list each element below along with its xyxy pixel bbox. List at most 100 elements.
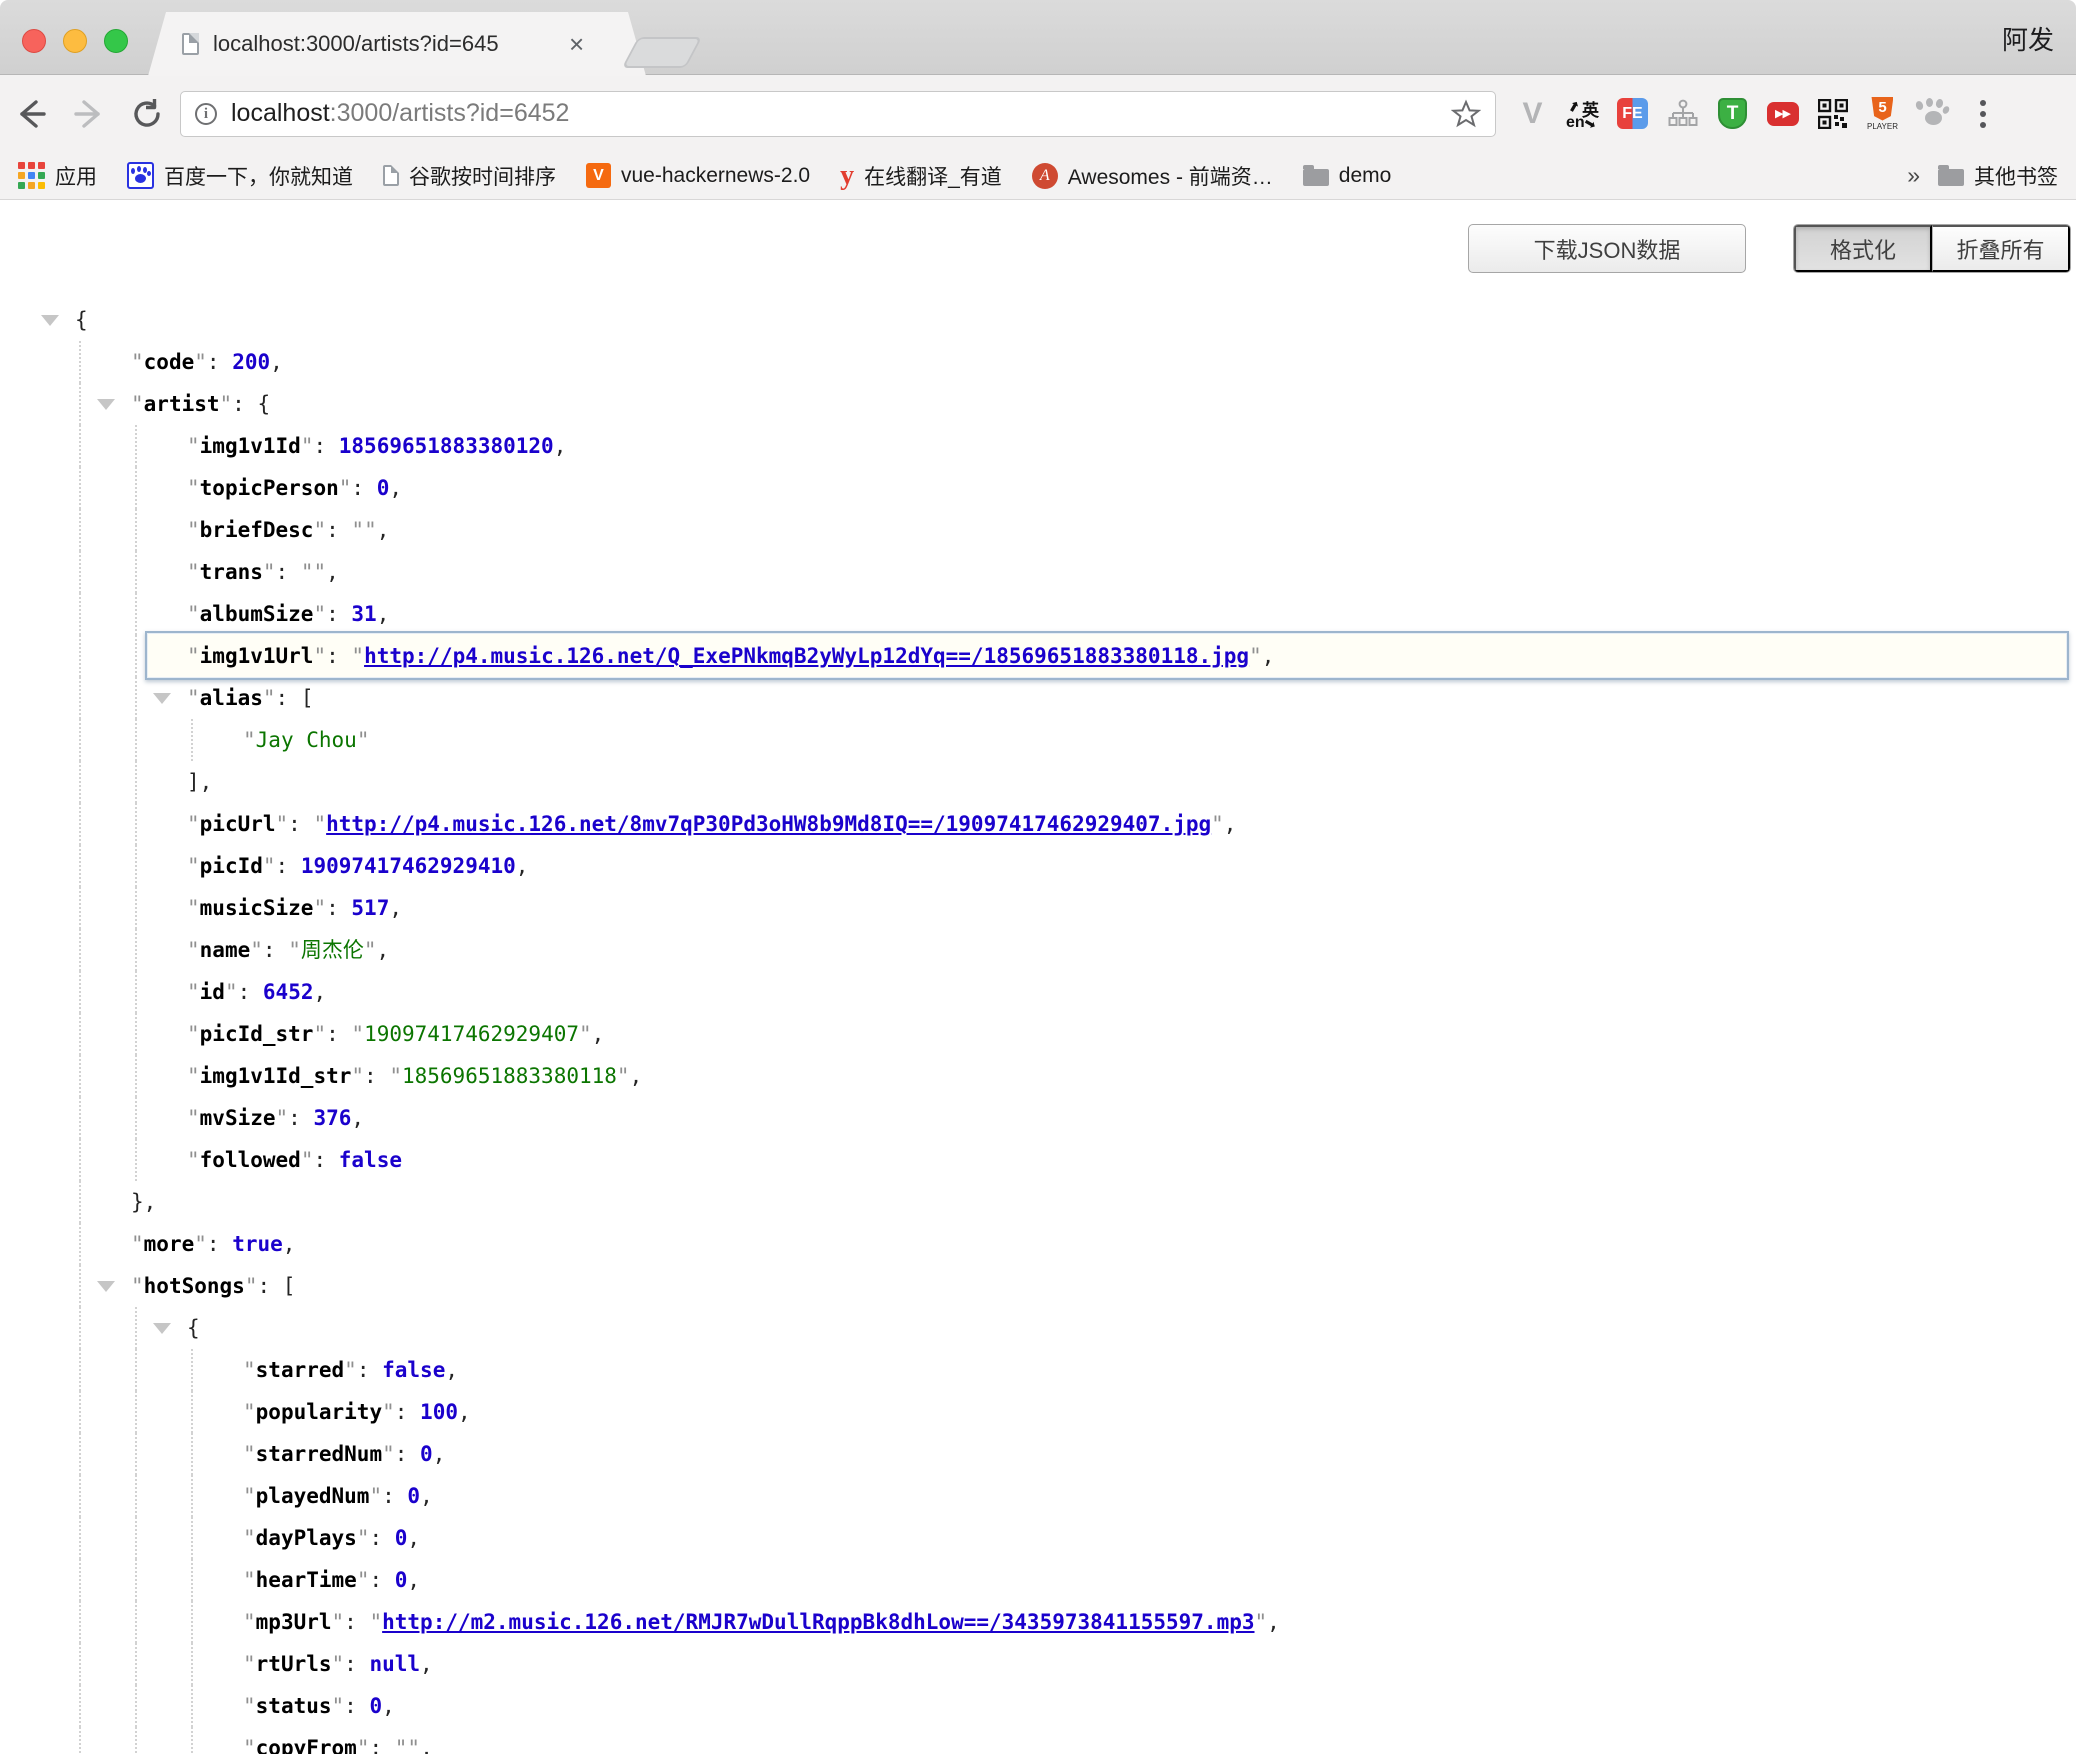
indent-guide	[191, 1643, 193, 1685]
json-url-link[interactable]: http://m2.music.126.net/RMJR7wDullRqppBk…	[382, 1610, 1254, 1634]
json-line: "status": 0,	[0, 1685, 2076, 1727]
json-line: "picId": 19097417462929410,	[0, 845, 2076, 887]
html5-player-icon[interactable]: 5 PLAYER	[1866, 94, 1899, 134]
indent-guide	[191, 1559, 193, 1601]
baidu-paw-icon	[127, 162, 154, 189]
bookmark-apps[interactable]: 应用	[18, 161, 97, 191]
format-button[interactable]: 格式化	[1794, 225, 1932, 272]
indent-guide	[79, 1643, 81, 1685]
json-line: "Jay Chou"	[0, 719, 2076, 761]
bookmark-label: demo	[1339, 164, 1392, 188]
json-line: "picId_str": "19097417462929407",	[0, 1013, 2076, 1055]
bookmark-awesomes[interactable]: A Awesomes - 前端资…	[1032, 161, 1273, 191]
indent-guide	[79, 1685, 81, 1727]
fe-extension-icon[interactable]: FE	[1616, 94, 1649, 134]
indent-guide	[79, 1307, 81, 1349]
extensions-row: V ⬈ 英 en ⬊ FE T ▶▶	[1516, 94, 1986, 134]
indent-guide	[79, 929, 81, 971]
collapse-all-button[interactable]: 折叠所有	[1932, 225, 2070, 272]
indent-guide	[135, 1391, 137, 1433]
collapse-arrow-icon[interactable]	[97, 1281, 115, 1292]
json-line: "hotSongs": [	[0, 1265, 2076, 1307]
vue-devtools-icon[interactable]: V	[1516, 94, 1549, 134]
indent-guide	[135, 509, 137, 551]
json-line: "artist": {	[0, 383, 2076, 425]
json-line: {	[0, 299, 2076, 341]
tab-close-icon[interactable]: ×	[569, 31, 584, 57]
collapse-arrow-icon[interactable]	[97, 399, 115, 410]
tampermonkey-icon[interactable]: T	[1716, 94, 1749, 134]
collapse-arrow-icon[interactable]	[153, 693, 171, 704]
paw-extension-icon[interactable]	[1916, 94, 1949, 134]
indent-guide	[79, 1013, 81, 1055]
toolbar: i localhost:3000/artists?id=6452 V ⬈ 英 e…	[0, 75, 2076, 152]
zoom-window-button[interactable]	[104, 29, 128, 53]
indent-guide	[79, 509, 81, 551]
json-line: "starredNum": 0,	[0, 1433, 2076, 1475]
indent-guide	[135, 635, 137, 677]
indent-guide	[135, 1685, 137, 1727]
indent-guide	[135, 1349, 137, 1391]
json-line: "starred": false,	[0, 1349, 2076, 1391]
bookmark-star-icon[interactable]	[1451, 99, 1481, 129]
video-speed-icon[interactable]: ▶▶	[1766, 94, 1799, 134]
indent-guide	[79, 887, 81, 929]
page-icon	[383, 165, 399, 186]
sitemap-extension-icon[interactable]	[1666, 94, 1699, 134]
indent-guide	[79, 1391, 81, 1433]
indent-guide	[79, 1349, 81, 1391]
indent-guide	[191, 719, 193, 761]
collapse-arrow-icon[interactable]	[41, 315, 59, 326]
json-line: "playedNum": 0,	[0, 1475, 2076, 1517]
indent-guide	[79, 803, 81, 845]
profile-name[interactable]: 阿发	[2002, 20, 2054, 57]
json-line: "rtUrls": null,	[0, 1643, 2076, 1685]
json-line: "hearTime": 0,	[0, 1559, 2076, 1601]
address-bar[interactable]: i localhost:3000/artists?id=6452	[180, 91, 1496, 137]
indent-guide	[135, 677, 137, 719]
indent-guide	[135, 1601, 137, 1643]
qr-code-icon[interactable]	[1816, 94, 1849, 134]
view-mode-segmented: 格式化 折叠所有	[1793, 224, 2071, 273]
download-json-button[interactable]: 下载JSON数据	[1468, 224, 1746, 273]
json-url-link[interactable]: http://p4.music.126.net/Q_ExePNkmqB2yWyL…	[364, 644, 1249, 668]
indent-guide	[135, 803, 137, 845]
browser-menu-icon[interactable]	[1980, 100, 1986, 128]
back-icon[interactable]	[14, 97, 48, 131]
json-line: "trans": "",	[0, 551, 2076, 593]
indent-guide	[79, 719, 81, 761]
indent-guide	[135, 1559, 137, 1601]
forward-icon[interactable]	[72, 97, 106, 131]
bookmark-youdao[interactable]: y 在线翻译_有道	[840, 161, 1002, 191]
reload-icon[interactable]	[130, 97, 164, 131]
bookmark-label: vue-hackernews-2.0	[621, 164, 810, 188]
json-line: "copyFrom": "",	[0, 1727, 2076, 1754]
page-info-icon[interactable]: i	[195, 103, 217, 125]
other-bookmarks[interactable]: 其他书签	[1938, 161, 2058, 191]
indent-guide	[79, 1433, 81, 1475]
bookmark-vue-hackernews[interactable]: V vue-hackernews-2.0	[586, 163, 810, 188]
close-window-button[interactable]	[22, 29, 46, 53]
url-text[interactable]: localhost:3000/artists?id=6452	[231, 99, 569, 128]
indent-guide	[191, 1391, 193, 1433]
bookmark-baidu[interactable]: 百度一下，你就知道	[127, 161, 353, 191]
json-url-link[interactable]: http://p4.music.126.net/8mv7qP30Pd3oHW8b…	[326, 812, 1211, 836]
json-line: "code": 200,	[0, 341, 2076, 383]
bookmark-folder-demo[interactable]: demo	[1303, 164, 1392, 188]
browser-tab[interactable]: localhost:3000/artists?id=645 ×	[148, 12, 646, 76]
bookmarks-overflow-chevron[interactable]: »	[1907, 162, 1920, 189]
json-line: "img1v1Url": "http://p4.music.126.net/Q_…	[0, 635, 2076, 677]
json-line: "dayPlays": 0,	[0, 1517, 2076, 1559]
collapse-arrow-icon[interactable]	[153, 1323, 171, 1334]
indent-guide	[135, 845, 137, 887]
indent-guide	[79, 971, 81, 1013]
bookmark-google-sort[interactable]: 谷歌按时间排序	[383, 161, 556, 191]
window-controls	[22, 29, 128, 53]
json-line: "albumSize": 31,	[0, 593, 2076, 635]
indent-guide	[79, 761, 81, 803]
url-host: localhost	[231, 99, 330, 127]
bookmark-label: 谷歌按时间排序	[409, 161, 556, 191]
indent-guide	[79, 1181, 81, 1223]
minimize-window-button[interactable]	[63, 29, 87, 53]
translate-extension-icon[interactable]: ⬈ 英 en ⬊	[1566, 94, 1599, 134]
